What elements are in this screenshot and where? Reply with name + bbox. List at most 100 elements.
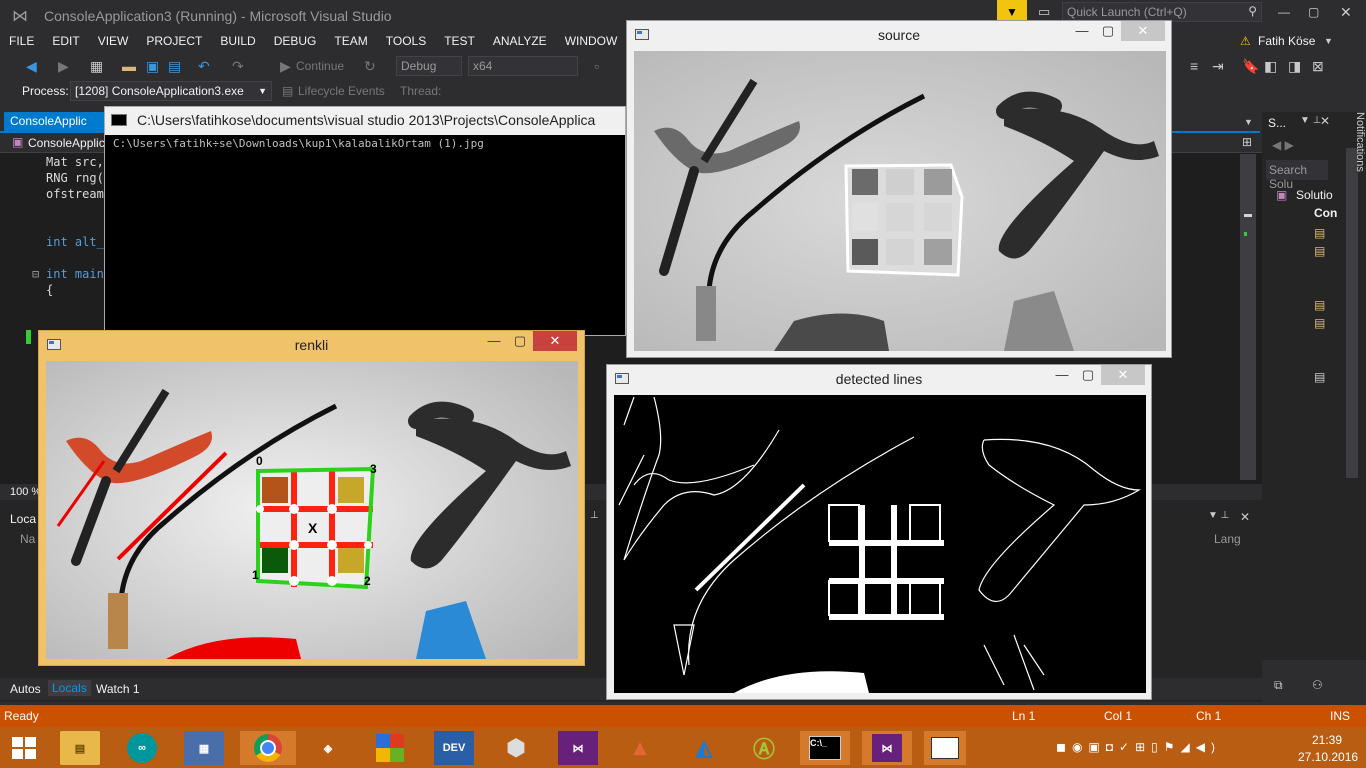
explorer-icon[interactable]: ▤	[60, 731, 100, 765]
close-button[interactable]: ✕	[1340, 4, 1352, 21]
chrome-icon[interactable]	[240, 731, 296, 765]
lifecycle-events-button[interactable]: Lifecycle Events	[298, 84, 385, 98]
folder-icon-3: ▤	[1314, 298, 1326, 312]
unity-icon[interactable]: ◈	[308, 731, 348, 765]
menu-project[interactable]: PROJECT	[137, 32, 211, 50]
format-icon[interactable]: ≡	[1190, 58, 1198, 74]
properties-icon[interactable]: ⧉	[1274, 678, 1283, 693]
user-dropdown-icon[interactable]: ▼	[1324, 32, 1333, 50]
locals-close-icon[interactable]: ✕	[1240, 510, 1250, 524]
tab-consoleapplication[interactable]: ConsoleApplic	[4, 112, 116, 131]
minimize-button[interactable]: —	[1069, 21, 1095, 41]
home-icon[interactable]: ◀ ▶	[1272, 138, 1294, 152]
cube-icon[interactable]: ⬢	[496, 731, 536, 765]
menu-tools[interactable]: TOOLS	[377, 32, 435, 50]
minimize-button[interactable]: —	[1049, 365, 1075, 385]
feedback-icon[interactable]: ▭	[1038, 4, 1050, 20]
forward-icon[interactable]: ▶	[58, 58, 69, 74]
tray-icons[interactable]: ◼◉▣◘✓⊞▯⚑◢◀)	[1056, 740, 1221, 754]
device-manager-icon[interactable]: ▦	[184, 731, 224, 765]
menu-test[interactable]: TEST	[435, 32, 484, 50]
clock-date[interactable]: 27.10.2016	[1298, 750, 1358, 764]
breakpoint-icon[interactable]: ▫	[594, 58, 599, 74]
pin-icon[interactable]: ▼ ⊥	[1300, 115, 1321, 126]
arduino-icon[interactable]: ∞	[122, 731, 162, 765]
back-icon[interactable]: ◀	[26, 58, 37, 74]
locals-left-pin[interactable]: ⊥	[590, 510, 599, 521]
menu-edit[interactable]: EDIT	[43, 32, 88, 50]
bookmark-prev-icon[interactable]: ◧	[1264, 58, 1277, 74]
maximize-button[interactable]: ▢	[1075, 365, 1101, 385]
office-icon[interactable]	[370, 731, 410, 765]
nav-project-select[interactable]: ConsoleApplic	[28, 136, 105, 150]
bookmark-icon[interactable]: 🔖	[1242, 58, 1259, 74]
save-all-icon[interactable]: ▤	[168, 58, 181, 74]
renkli-window[interactable]: renkli — ▢ ✕ 0 3 1 2 X	[38, 330, 585, 666]
menu-team[interactable]: TEAM	[325, 32, 376, 50]
close-button[interactable]: ✕	[1101, 365, 1145, 385]
undo-icon[interactable]: ↶	[198, 58, 210, 74]
solution-search-input[interactable]: Search Solu	[1266, 160, 1328, 191]
devcpp-icon[interactable]: DEV	[434, 731, 474, 765]
detected-lines-window[interactable]: detected lines — ▢ ✕	[606, 364, 1152, 700]
quick-launch-box[interactable]: Quick Launch (Ctrl+Q) ⚲	[1062, 2, 1262, 22]
continue-icon[interactable]: ▶	[280, 58, 291, 74]
locals-pin-icon[interactable]: ▼ ⊥	[1208, 510, 1229, 521]
team-icon[interactable]: ⚇	[1312, 678, 1323, 692]
redo-icon[interactable]: ↷	[232, 58, 244, 74]
close-button[interactable]: ✕	[533, 331, 577, 351]
maximize-button[interactable]: ▢	[1095, 21, 1121, 41]
process-value: [1208] ConsoleApplication3.exe	[75, 84, 244, 98]
corner-label-0: 0	[256, 454, 263, 468]
open-icon[interactable]: ▬	[122, 58, 136, 74]
continue-button[interactable]: Continue	[296, 59, 344, 73]
visual-studio-icon[interactable]: ⋈	[558, 731, 598, 765]
source-window[interactable]: source — ▢ ✕	[626, 20, 1172, 358]
start-button[interactable]	[10, 735, 38, 761]
restore-button[interactable]: ▢	[1308, 5, 1319, 19]
menu-analyze[interactable]: ANALYZE	[484, 32, 556, 50]
project-item[interactable]: Con	[1314, 206, 1337, 220]
matlab-icon[interactable]: ▲	[620, 731, 660, 765]
minimize-button[interactable]: —	[481, 331, 507, 351]
minimize-button[interactable]: —	[1278, 5, 1290, 19]
close-button[interactable]: ✕	[1121, 21, 1165, 41]
restart-icon[interactable]: ↻	[364, 58, 376, 74]
tab-locals[interactable]: Locals	[48, 680, 91, 696]
menu-debug[interactable]: DEBUG	[265, 32, 326, 50]
notifications-tab[interactable]: Notifications	[1346, 112, 1366, 192]
visual-studio-running-icon[interactable]: ⋈	[862, 731, 912, 765]
bookmark-clear-icon[interactable]: ⊠	[1312, 58, 1324, 74]
user-name[interactable]: Fatih Köse	[1258, 32, 1315, 50]
indent-icon[interactable]: ⇥	[1212, 58, 1224, 74]
solution-item[interactable]: Solutio	[1296, 188, 1333, 202]
panel-close-icon[interactable]: ✕	[1320, 114, 1330, 128]
split-icon[interactable]: ⊞	[1242, 135, 1252, 149]
menu-build[interactable]: BUILD	[211, 32, 264, 50]
clock-time[interactable]: 21:39	[1312, 733, 1342, 747]
cmd-icon[interactable]: C:\_	[800, 731, 850, 765]
platform-select[interactable]: x64	[468, 56, 578, 76]
zoom-level[interactable]: 100 %	[10, 486, 41, 498]
collapse-icon[interactable]: ⊟	[32, 266, 39, 282]
panel-scrollbar[interactable]	[1346, 148, 1358, 478]
opencv-window-icon[interactable]	[924, 731, 966, 765]
menu-view[interactable]: VIEW	[89, 32, 138, 50]
new-project-icon[interactable]: ▦	[90, 58, 103, 74]
menu-file[interactable]: FILE	[0, 32, 43, 50]
tab-autos[interactable]: Autos	[10, 682, 41, 696]
nav-project-icon: ▣	[12, 135, 24, 149]
menu-window[interactable]: WINDOW	[556, 32, 627, 50]
console-window[interactable]: C:\Users\fatihkose\documents\visual stud…	[104, 106, 626, 336]
shark-icon[interactable]: ◭	[684, 731, 724, 765]
tab-overflow-icon[interactable]: ▼	[1244, 114, 1253, 130]
save-icon[interactable]: ▣	[146, 58, 159, 74]
bookmark-next-icon[interactable]: ◨	[1288, 58, 1301, 74]
process-select[interactable]: [1208] ConsoleApplication3.exe ▼	[70, 81, 272, 101]
maximize-button[interactable]: ▢	[507, 331, 533, 351]
config-select[interactable]: Debug	[396, 56, 462, 76]
warning-icon: ⚠	[1240, 34, 1251, 48]
editor-scrollbar[interactable]	[1240, 154, 1256, 480]
tab-watch-1[interactable]: Watch 1	[96, 682, 140, 696]
android-studio-icon[interactable]: Ⓐ	[744, 731, 784, 765]
